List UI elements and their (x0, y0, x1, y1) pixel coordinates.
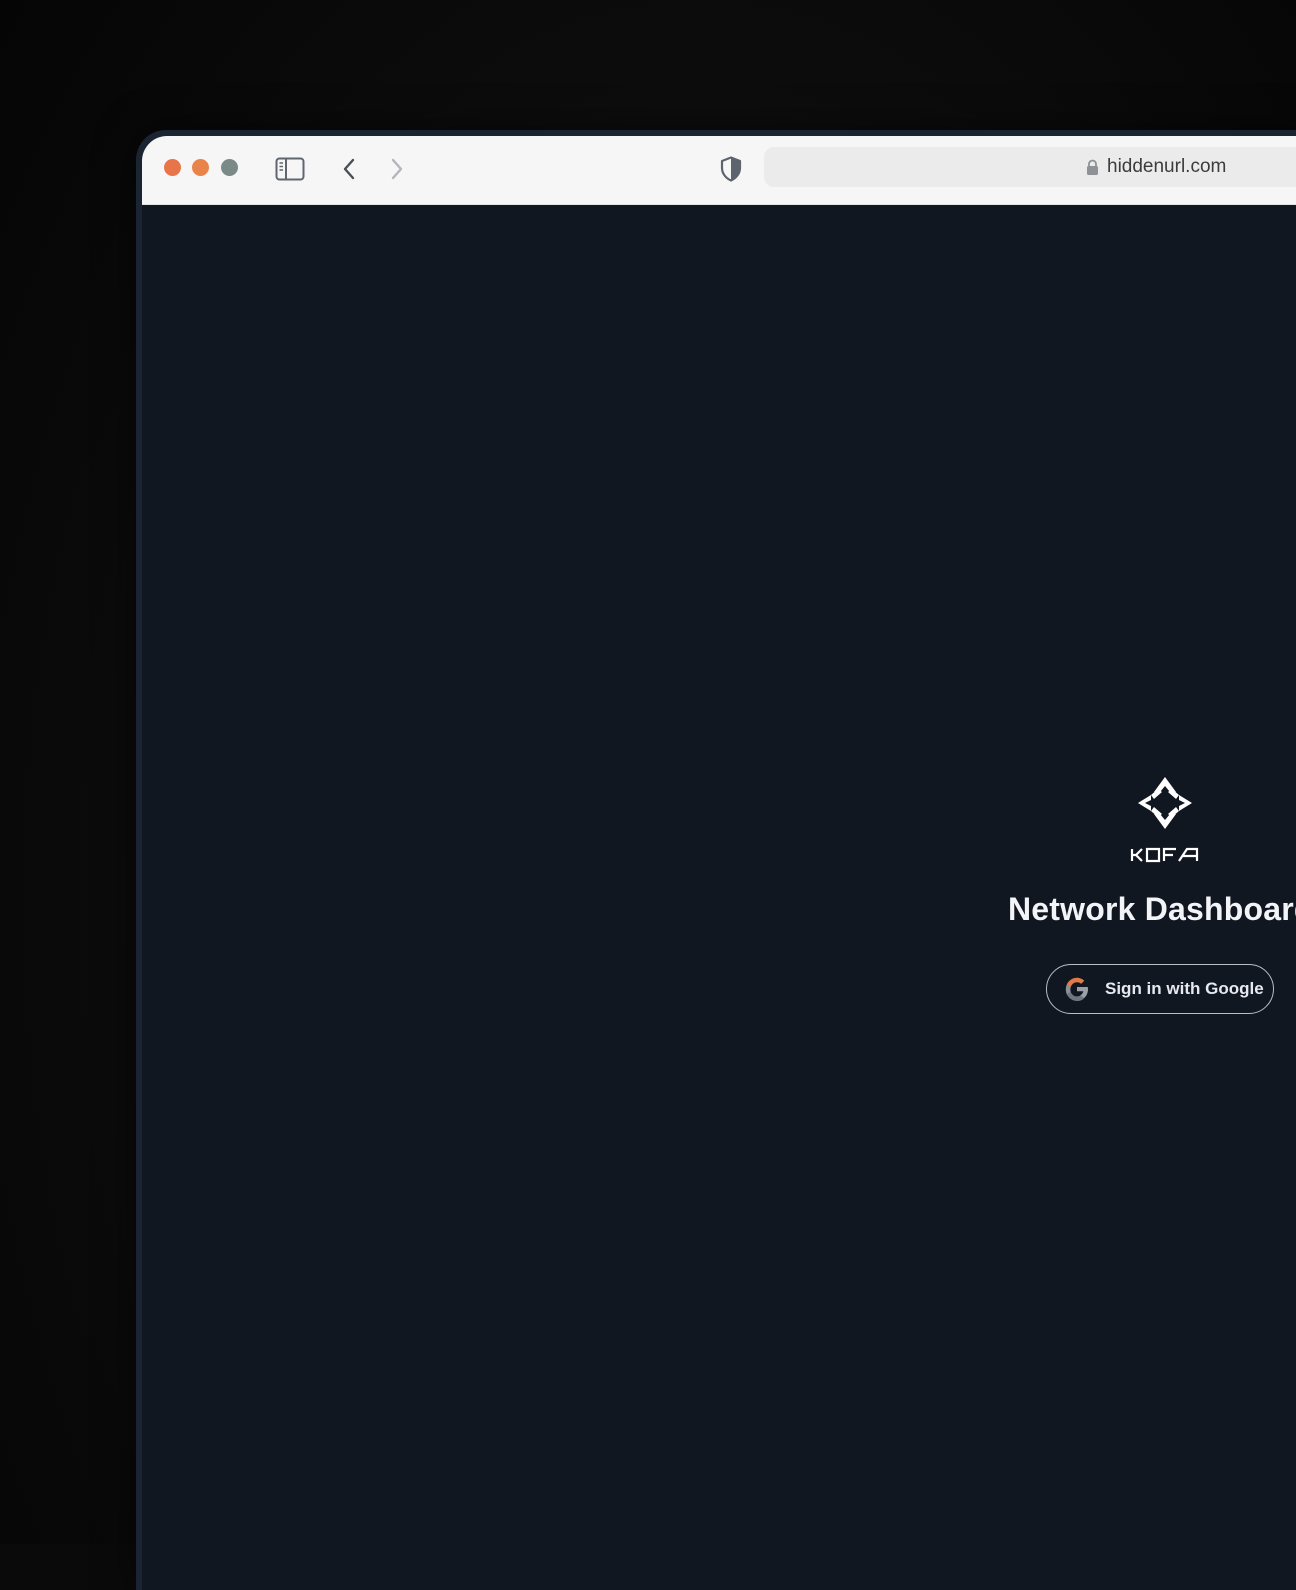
address-bar[interactable]: hiddenurl.com (764, 147, 1296, 187)
lock-icon (1086, 159, 1099, 176)
browser-window-inner: hiddenurl.com Network Dashboard Sign in … (142, 136, 1296, 1590)
shield-icon[interactable] (716, 152, 746, 186)
sidebar-toggle-icon[interactable] (272, 152, 308, 186)
chevron-left-icon[interactable] (334, 152, 364, 186)
page-content: Network Dashboard Sign in with Google (142, 205, 1296, 1590)
browser-window: hiddenurl.com Network Dashboard Sign in … (136, 130, 1296, 1590)
browser-toolbar: hiddenurl.com (142, 136, 1296, 205)
minimize-window-button[interactable] (192, 159, 209, 176)
sign-in-with-google-button[interactable]: Sign in with Google (1046, 964, 1274, 1014)
google-icon (1061, 973, 1093, 1005)
page-title: Network Dashboard (1008, 891, 1296, 927)
maximize-window-button[interactable] (221, 159, 238, 176)
close-window-button[interactable] (164, 159, 181, 176)
url-text: hiddenurl.com (1107, 156, 1227, 177)
address-content: hiddenurl.com (1086, 147, 1226, 187)
sign-in-label: Sign in with Google (1105, 979, 1264, 998)
kofa-logo (1120, 773, 1210, 863)
chevron-right-icon[interactable] (382, 152, 412, 186)
